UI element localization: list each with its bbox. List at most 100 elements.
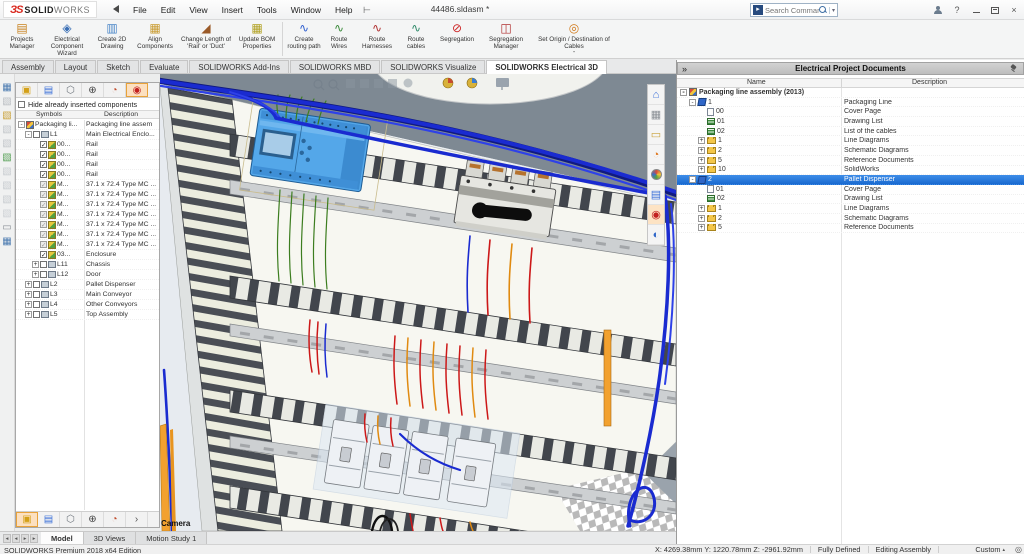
document-tree-row[interactable]: 02 List of the cables xyxy=(677,127,1024,137)
collapse-icon[interactable]: - xyxy=(689,176,696,184)
segregation-manager-button[interactable]: ◫ Segregation Manager xyxy=(481,20,531,58)
document-tree-row[interactable]: -2 Pallet Dispenser xyxy=(677,175,1024,185)
configuration-selector[interactable]: Custom xyxy=(975,545,1000,554)
component-tree-row[interactable]: + L4 Other Conveyors xyxy=(16,300,159,310)
component-tree-row[interactable]: M... 37.1 x 72.4 Type MC ... xyxy=(16,220,159,230)
dropdown-dash-icon[interactable]: - xyxy=(573,49,575,56)
expand-icon[interactable]: + xyxy=(698,205,705,213)
component-tree-row[interactable]: + L2 Pallet Dispenser xyxy=(16,280,159,290)
create-routing-path-button[interactable]: ∿ Create routing path xyxy=(285,20,323,58)
component-tree-row[interactable]: + L3 Main Conveyor xyxy=(16,290,159,300)
last-tab-icon[interactable]: ▸ xyxy=(30,533,38,543)
bom-table-icon[interactable]: ▦ xyxy=(1,82,13,93)
document-tree-row[interactable]: -1 Packaging Line xyxy=(677,98,1024,108)
model-tab-3d-views[interactable]: 3D Views xyxy=(83,532,137,544)
route-harnesses-button[interactable]: ∿ Route Harnesses xyxy=(355,20,399,58)
component-tree-row[interactable]: M... 37.1 x 72.4 Type MC ... xyxy=(16,230,159,240)
document-tree-row[interactable]: +2 Schematic Diagrams xyxy=(677,214,1024,224)
component-tree-row[interactable]: 00... Rail xyxy=(16,140,159,150)
properties-icon[interactable]: ▧ xyxy=(1,208,13,219)
component-tree-row[interactable]: - L1 Main Electrical Enclo... xyxy=(16,130,159,140)
documents-folder-icon[interactable]: ▭ xyxy=(648,125,664,145)
pending-operations-icon[interactable]: ◔ xyxy=(648,145,664,165)
footprint-tab-icon[interactable]: ⬡ xyxy=(60,512,82,527)
component-checkbox[interactable] xyxy=(40,151,47,159)
statistics-tab-icon[interactable]: ◔ xyxy=(104,83,126,97)
next-tab-icon[interactable]: ▸ xyxy=(21,533,29,543)
origin-tab-icon[interactable]: ⊕ xyxy=(82,512,104,527)
document-tree-row[interactable]: +1 Line Diagrams xyxy=(677,136,1024,147)
hide-inserted-checkbox[interactable]: Hide already inserted components xyxy=(18,100,137,109)
segregation-manager-dock-icon[interactable]: ◉ xyxy=(648,205,664,225)
component-checkbox[interactable] xyxy=(40,231,47,239)
expand-icon[interactable]: + xyxy=(698,137,705,145)
component-checkbox[interactable] xyxy=(40,161,47,169)
expand-icon[interactable]: + xyxy=(25,311,32,318)
menu-view[interactable]: View xyxy=(182,0,214,20)
segregation-tab-icon[interactable]: ◉ xyxy=(126,83,148,97)
expand-icon[interactable]: + xyxy=(25,301,32,308)
tab-sketch[interactable]: Sketch xyxy=(97,60,140,73)
insert-duct-icon[interactable]: ▧ xyxy=(1,138,13,149)
statistics-tab-icon[interactable]: ◔ xyxy=(104,512,126,527)
components-box-icon[interactable]: ▦ xyxy=(648,105,664,125)
menu-window[interactable]: Window xyxy=(284,0,328,20)
insert-component-icon[interactable]: ▧ xyxy=(1,96,13,107)
component-checkbox[interactable] xyxy=(40,141,47,149)
component-tree-row[interactable]: M... 37.1 x 72.4 Type MC ... xyxy=(16,200,159,210)
component-checkbox[interactable] xyxy=(40,251,47,259)
insert-rail-icon[interactable]: ▧ xyxy=(1,124,13,135)
pin-icon[interactable] xyxy=(1010,64,1019,73)
expand-icon[interactable]: + xyxy=(25,291,32,298)
inserted-components-tab-icon[interactable]: ▣ xyxy=(16,83,38,97)
tab-solidworks-add-ins[interactable]: SOLIDWORKS Add-Ins xyxy=(189,60,289,73)
component-checkbox[interactable] xyxy=(40,201,47,209)
component-tree-row[interactable]: M... 37.1 x 72.4 Type MC ... xyxy=(16,190,159,200)
favorites-component-icon[interactable]: ▧ xyxy=(1,110,13,121)
update-bom-button[interactable]: ▦ Update BOM Properties xyxy=(234,20,280,58)
tab-assembly[interactable]: Assembly xyxy=(2,60,54,73)
document-tree-row[interactable]: 01 Cover Page xyxy=(677,185,1024,195)
expand-icon[interactable]: + xyxy=(698,156,705,164)
restore-button[interactable] xyxy=(987,3,1003,17)
component-tree-row[interactable]: + L5 Top Assembly xyxy=(16,310,159,320)
web-integration-icon[interactable] xyxy=(648,165,664,185)
component-checkbox[interactable] xyxy=(40,241,47,249)
component-tree-row[interactable]: 00... Rail xyxy=(16,150,159,160)
expand-icon[interactable]: + xyxy=(698,214,705,222)
component-checkbox[interactable] xyxy=(40,211,47,219)
document-tree-row[interactable]: 01 Drawing List xyxy=(677,117,1024,127)
collapse-icon[interactable]: - xyxy=(689,98,696,106)
report-table-icon[interactable]: ▭ xyxy=(1,222,13,233)
inserted-components-tab-icon[interactable]: ▣ xyxy=(16,512,38,527)
segregation-button[interactable]: ⊘ Segregation xyxy=(433,20,481,58)
component-checkbox[interactable] xyxy=(33,291,40,298)
document-tree-row[interactable]: 02 Drawing List xyxy=(677,195,1024,205)
checkbox-icon[interactable] xyxy=(18,101,25,108)
menu-tools[interactable]: Tools xyxy=(250,0,284,20)
component-tree-row[interactable]: - Packaging li... Packaging line assem xyxy=(16,120,159,130)
route-wires-button[interactable]: ∿ Route Wires xyxy=(323,20,355,58)
expand-icon[interactable]: + xyxy=(32,261,39,268)
search-dropdown-icon[interactable]: ▾ xyxy=(828,6,837,14)
model-tab-model[interactable]: Model xyxy=(41,532,84,544)
bom-grid-icon[interactable]: ▦ xyxy=(1,236,13,247)
menu-insert[interactable]: Insert xyxy=(215,0,250,20)
collapse-icon[interactable]: - xyxy=(25,131,32,138)
create-2d-drawing-button[interactable]: ▥ Create 2D Drawing xyxy=(92,20,132,58)
component-checkbox[interactable] xyxy=(40,191,47,199)
properties-list-icon[interactable]: ▤ xyxy=(648,185,664,205)
electrical-3d-icon[interactable]: ◐ xyxy=(648,225,664,245)
component-tree-row[interactable]: + L12 Door xyxy=(16,270,159,280)
component-checkbox[interactable] xyxy=(40,271,47,278)
projects-manager-button[interactable]: ▤ Projects Manager xyxy=(2,20,42,58)
tab-solidworks-electrical-3d[interactable]: SOLIDWORKS Electrical 3D xyxy=(486,60,608,74)
minimize-button[interactable] xyxy=(968,3,984,17)
configuration-caret-icon[interactable]: ▴ xyxy=(1003,547,1006,553)
component-tree-row[interactable]: + L11 Chassis xyxy=(16,260,159,270)
component-checkbox[interactable] xyxy=(40,181,47,189)
collapse-icon[interactable]: - xyxy=(18,121,25,128)
component-tree-row[interactable]: M... 37.1 x 72.4 Type MC ... xyxy=(16,210,159,220)
search-input[interactable] xyxy=(765,5,819,15)
component-checkbox[interactable] xyxy=(33,311,40,318)
